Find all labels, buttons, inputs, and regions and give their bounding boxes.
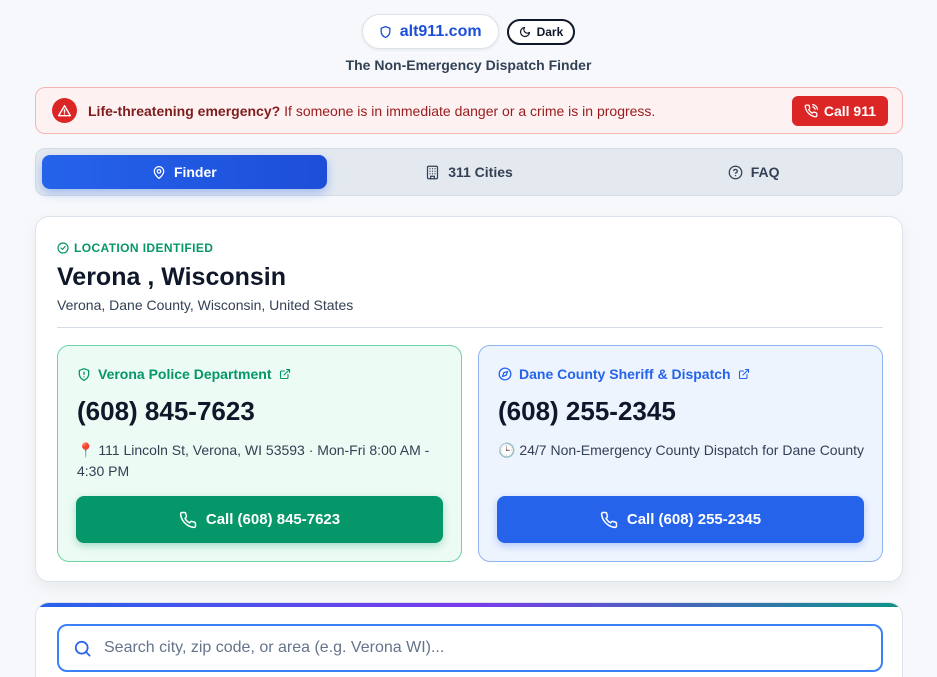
- agency-name-link[interactable]: Verona Police Department: [77, 366, 291, 382]
- pushpin-icon: 📍: [77, 442, 95, 458]
- agency-address-hours: 111 Lincoln St, Verona, WI 53593 · Mon-F…: [77, 442, 430, 479]
- location-title: Verona , Wisconsin: [57, 263, 287, 291]
- emergency-alert: Life-threatening emergency? If someone i…: [35, 87, 903, 134]
- phone-icon: [600, 511, 618, 529]
- agency-name: Verona Police Department: [98, 366, 272, 382]
- agency-phone-number: (608) 255-2345: [498, 396, 676, 426]
- gradient-accent-bar: [36, 603, 902, 607]
- agency-name: Dane County Sheriff & Dispatch: [519, 366, 731, 382]
- phone-icon: [804, 104, 818, 118]
- top-bar: alt911.com Dark: [0, 14, 937, 49]
- clock-icon: 🕒: [498, 442, 516, 458]
- search-card: [35, 602, 903, 677]
- call-sheriff-button[interactable]: Call (608) 255-2345: [497, 496, 864, 543]
- tab-faq[interactable]: FAQ: [611, 155, 896, 189]
- tab-faq-label: FAQ: [750, 164, 780, 180]
- main-tabs: Finder 311 Cities FAQ: [35, 148, 903, 196]
- tab-finder[interactable]: Finder: [42, 155, 327, 189]
- agency-card-police: Verona Police Department (608) 845-7623 …: [57, 345, 462, 562]
- divider: [57, 327, 883, 328]
- agency-info: 📍 111 Lincoln St, Verona, WI 53593 · Mon…: [77, 440, 445, 482]
- agency-phone-number: (608) 845-7623: [77, 396, 255, 426]
- check-circle-icon: [57, 242, 69, 254]
- agency-info: 🕒 24/7 Non-Emergency County Dispatch for…: [498, 440, 866, 461]
- brand-link[interactable]: alt911.com: [361, 14, 499, 49]
- location-status-label: LOCATION IDENTIFIED: [74, 241, 214, 255]
- alert-message: If someone is in immediate danger or a c…: [284, 102, 656, 119]
- tagline: The Non-Emergency Dispatch Finder: [345, 57, 592, 73]
- external-link-icon: [738, 368, 750, 380]
- compass-icon: [498, 367, 512, 381]
- shield-icon: [77, 367, 91, 382]
- warning-icon: [52, 98, 77, 123]
- alert-heading: Life-threatening emergency?: [88, 102, 281, 119]
- shield-icon: [379, 25, 392, 39]
- agency-card-sheriff: Dane County Sheriff & Dispatch (608) 255…: [478, 345, 883, 562]
- moon-icon: [519, 26, 531, 38]
- external-link-icon: [279, 368, 291, 380]
- call-911-button[interactable]: Call 911: [791, 96, 888, 126]
- search-box: [57, 624, 883, 672]
- agency-name-link[interactable]: Dane County Sheriff & Dispatch: [498, 366, 750, 382]
- building-icon: [425, 165, 440, 180]
- search-icon: [73, 639, 92, 658]
- search-input[interactable]: [104, 639, 867, 657]
- location-status: LOCATION IDENTIFIED: [57, 241, 213, 255]
- dark-mode-toggle[interactable]: Dark: [506, 18, 576, 45]
- call-911-label: Call 911: [823, 103, 876, 119]
- phone-icon: [179, 511, 197, 529]
- call-police-label: Call (608) 845-7623: [205, 511, 341, 528]
- tab-finder-label: Finder: [173, 164, 217, 180]
- tab-311-cities[interactable]: 311 Cities: [327, 155, 612, 189]
- tab-311-cities-label: 311 Cities: [448, 164, 513, 180]
- call-police-button[interactable]: Call (608) 845-7623: [76, 496, 443, 543]
- agency-description: 24/7 Non-Emergency County Dispatch for D…: [519, 442, 865, 458]
- location-full-name: Verona, Dane County, Wisconsin, United S…: [57, 297, 354, 313]
- brand-name: alt911.com: [399, 22, 482, 40]
- map-pin-icon: [152, 165, 166, 180]
- help-circle-icon: [728, 165, 743, 180]
- dark-mode-label: Dark: [536, 24, 564, 39]
- call-sheriff-label: Call (608) 255-2345: [626, 511, 762, 528]
- location-result-card: LOCATION IDENTIFIED Verona , Wisconsin V…: [35, 216, 903, 582]
